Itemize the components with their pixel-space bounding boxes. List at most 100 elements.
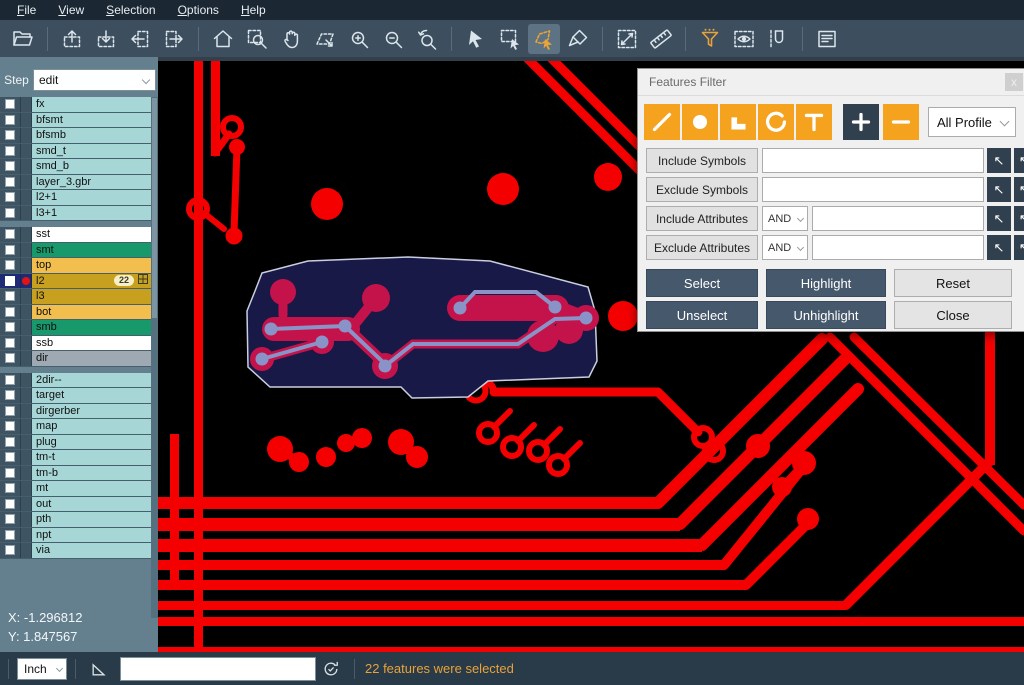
layer-visibility-checkbox[interactable] <box>0 543 21 558</box>
send-left-icon[interactable] <box>124 24 156 54</box>
menu-item-file[interactable]: File <box>6 0 47 20</box>
layer-row-map[interactable]: map <box>0 419 158 435</box>
features-filter-icon[interactable] <box>694 24 726 54</box>
pick-from-canvas-button[interactable]: ↖ <box>987 235 1011 260</box>
layer-label[interactable]: smt <box>32 243 151 258</box>
layer-visibility-checkbox[interactable] <box>0 466 21 481</box>
highlight-button[interactable]: Highlight <box>766 269 886 297</box>
layer-visibility-checkbox[interactable] <box>0 144 21 159</box>
filter-row-label-button[interactable]: Exclude Attributes <box>646 235 758 260</box>
layer-visibility-checkbox[interactable] <box>0 373 21 388</box>
layer-visibility-checkbox[interactable] <box>0 419 21 434</box>
unit-combo[interactable]: Inch <box>17 658 67 680</box>
layer-label[interactable]: layer_3.gbr <box>32 175 151 190</box>
layer-row-out[interactable]: out <box>0 497 158 513</box>
layers-panel-icon[interactable] <box>811 24 843 54</box>
layer-row-bfsmb[interactable]: bfsmb <box>0 128 158 144</box>
layer-visibility-checkbox[interactable] <box>0 388 21 403</box>
layer-visibility-checkbox[interactable] <box>0 128 21 143</box>
layer-row-smb[interactable]: smb <box>0 320 158 336</box>
pan-hand-icon[interactable] <box>275 24 307 54</box>
snap-icon[interactable] <box>762 24 794 54</box>
arc-feature-icon[interactable] <box>758 104 794 140</box>
filter-row-label-button[interactable]: Include Attributes <box>646 206 758 231</box>
layer-row-tm-b[interactable]: tm-b <box>0 466 158 482</box>
layer-label[interactable]: 2dir-- <box>32 373 151 388</box>
remove-filter-icon[interactable] <box>883 104 919 140</box>
layer-row-sst[interactable]: sst <box>0 227 158 243</box>
dialog-title-bar[interactable]: Features Filter x <box>638 69 1024 96</box>
pick-add-from-canvas-button[interactable]: ↖+ <box>1014 235 1024 260</box>
layer-visibility-checkbox[interactable] <box>0 159 21 174</box>
pick-from-canvas-button[interactable]: ↖ <box>987 206 1011 231</box>
and-or-combo[interactable]: AND <box>762 235 808 260</box>
filter-value-input[interactable] <box>812 235 984 260</box>
layer-row-top[interactable]: top <box>0 258 158 274</box>
menu-item-options[interactable]: Options <box>167 0 230 20</box>
measure-distance-icon[interactable] <box>611 24 643 54</box>
surface-feature-icon[interactable] <box>720 104 756 140</box>
layer-row-l3+1[interactable]: l3+1 <box>0 206 158 222</box>
layer-row-via[interactable]: via <box>0 543 158 559</box>
layer-visibility-checkbox[interactable] <box>0 336 21 351</box>
layer-visibility-checkbox[interactable] <box>0 289 21 304</box>
layer-visibility-checkbox[interactable] <box>0 351 21 366</box>
pick-add-from-canvas-button[interactable]: ↖+ <box>1014 206 1024 231</box>
layer-row-fx[interactable]: fx <box>0 97 158 113</box>
select-polygon-icon[interactable] <box>528 24 560 54</box>
layer-row-ssb[interactable]: ssb <box>0 336 158 352</box>
send-right-icon[interactable] <box>158 24 190 54</box>
layer-label[interactable]: bfsmt <box>32 113 151 128</box>
layer-visibility-checkbox[interactable] <box>0 113 21 128</box>
layer-row-l3[interactable]: l3 <box>0 289 158 305</box>
layer-label[interactable]: plug <box>32 435 151 450</box>
layer-label[interactable]: bot <box>32 305 151 320</box>
layer-row-smd_t[interactable]: smd_t <box>0 144 158 160</box>
pick-add-from-canvas-button[interactable]: ↖+ <box>1014 177 1024 202</box>
layer-visibility-checkbox[interactable] <box>0 258 21 273</box>
layer-label[interactable]: l2+1 <box>32 190 151 205</box>
layer-label[interactable]: top <box>32 258 151 273</box>
layer-row-l2[interactable]: l222 <box>0 274 158 290</box>
layer-visibility-checkbox[interactable] <box>0 481 21 496</box>
layer-label[interactable]: smb <box>32 320 151 335</box>
layer-row-target[interactable]: target <box>0 388 158 404</box>
layer-label[interactable]: pth <box>32 512 151 527</box>
layer-list-scrollbar[interactable] <box>151 97 158 618</box>
zoom-in-icon[interactable] <box>343 24 375 54</box>
send-up-icon[interactable] <box>56 24 88 54</box>
scrollbar-thumb[interactable] <box>152 98 157 318</box>
layer-label[interactable]: out <box>32 497 151 512</box>
pick-from-canvas-button[interactable]: ↖ <box>987 177 1011 202</box>
layer-row-pth[interactable]: pth <box>0 512 158 528</box>
filter-row-label-button[interactable]: Include Symbols <box>646 148 758 173</box>
grid-icon[interactable] <box>138 274 148 287</box>
unhighlight-button[interactable]: Unhighlight <box>766 301 886 329</box>
layer-row-dir[interactable]: dir <box>0 351 158 367</box>
layer-visibility-checkbox[interactable] <box>0 320 21 335</box>
layer-label[interactable]: mt <box>32 481 151 496</box>
layer-label[interactable]: sst <box>32 227 151 242</box>
select-button[interactable]: Select <box>646 269 758 297</box>
close-icon[interactable]: x <box>1005 73 1023 91</box>
pick-from-canvas-button[interactable]: ↖ <box>987 148 1011 173</box>
clear-brush-icon[interactable] <box>562 24 594 54</box>
layer-label[interactable]: dirgerber <box>32 404 151 419</box>
layer-row-bfsmt[interactable]: bfsmt <box>0 113 158 129</box>
layer-visibility-checkbox[interactable] <box>0 512 21 527</box>
layer-label[interactable]: l222 <box>32 274 151 289</box>
layer-visibility-checkbox[interactable] <box>0 305 21 320</box>
layer-row-npt[interactable]: npt <box>0 528 158 544</box>
filter-value-input[interactable] <box>762 148 984 173</box>
layer-label[interactable]: tm-b <box>32 466 151 481</box>
profile-combo[interactable]: All Profile <box>928 107 1016 137</box>
layer-row-dirgerber[interactable]: dirgerber <box>0 404 158 420</box>
layer-row-mt[interactable]: mt <box>0 481 158 497</box>
ruler-icon[interactable] <box>645 24 677 54</box>
layer-visibility-checkbox[interactable] <box>0 404 21 419</box>
close-button[interactable]: Close <box>894 301 1012 329</box>
layer-row-layer_3.gbr[interactable]: layer_3.gbr <box>0 175 158 191</box>
layer-visibility-checkbox[interactable] <box>0 206 21 221</box>
layer-label[interactable]: ssb <box>32 336 151 351</box>
layer-visibility-checkbox[interactable] <box>0 227 21 242</box>
